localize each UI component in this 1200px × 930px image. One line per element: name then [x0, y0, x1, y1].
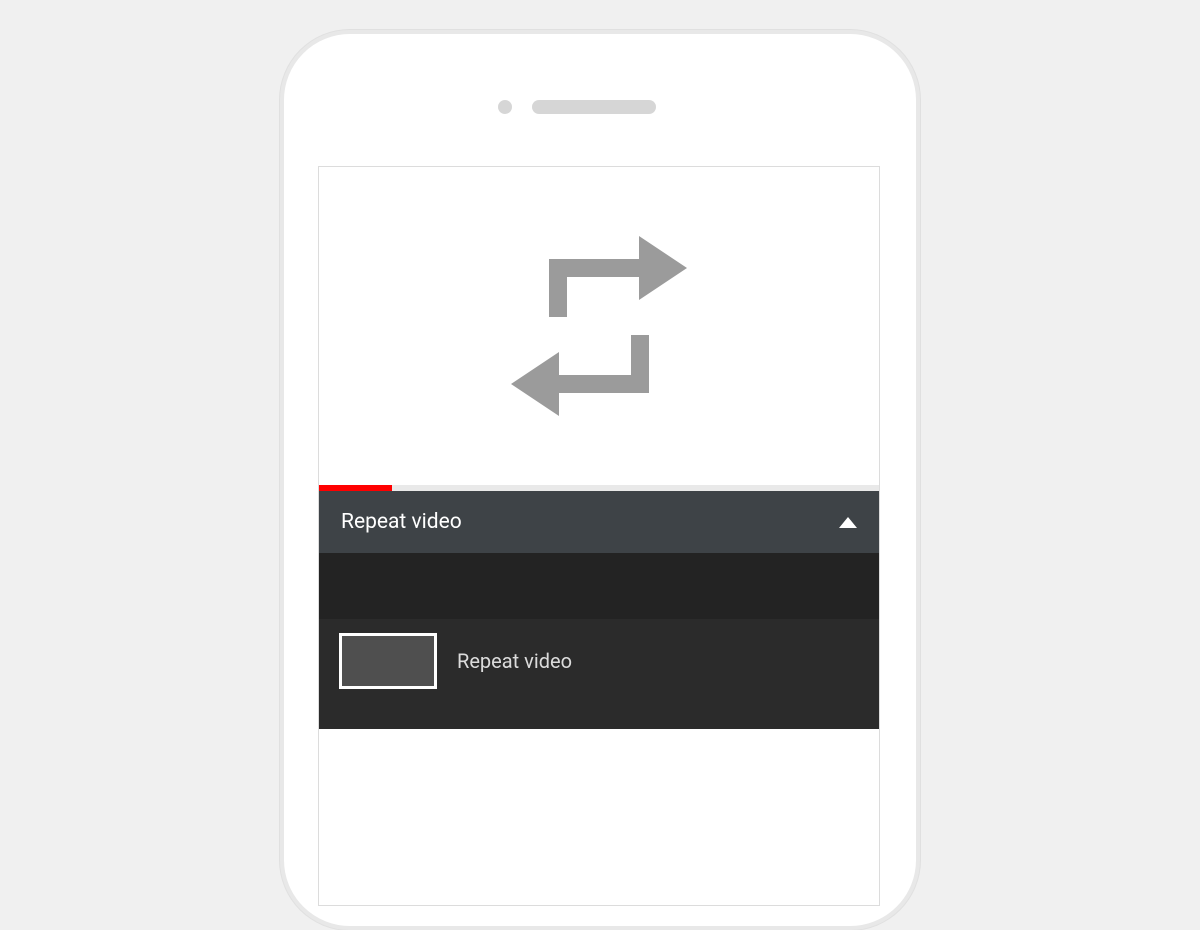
video-progress-bar[interactable]: [319, 485, 879, 491]
phone-camera-dot: [498, 100, 512, 114]
video-progress-fill: [319, 485, 392, 491]
playlist-header[interactable]: Repeat video: [319, 491, 879, 553]
phone-frame: Repeat video Repeat video: [280, 30, 920, 930]
phone-screen: Repeat video Repeat video: [318, 166, 880, 906]
collapse-up-icon: [839, 517, 857, 528]
playlist-list: Repeat video: [319, 619, 879, 729]
playlist-header-title: Repeat video: [341, 510, 462, 534]
video-player-area[interactable]: [319, 167, 879, 485]
video-thumbnail: [339, 633, 437, 689]
list-item-label: Repeat video: [457, 649, 572, 673]
phone-speaker-bar: [532, 100, 656, 114]
playlist-gap: [319, 553, 879, 619]
list-item[interactable]: Repeat video: [339, 633, 859, 689]
repeat-icon: [479, 206, 719, 446]
